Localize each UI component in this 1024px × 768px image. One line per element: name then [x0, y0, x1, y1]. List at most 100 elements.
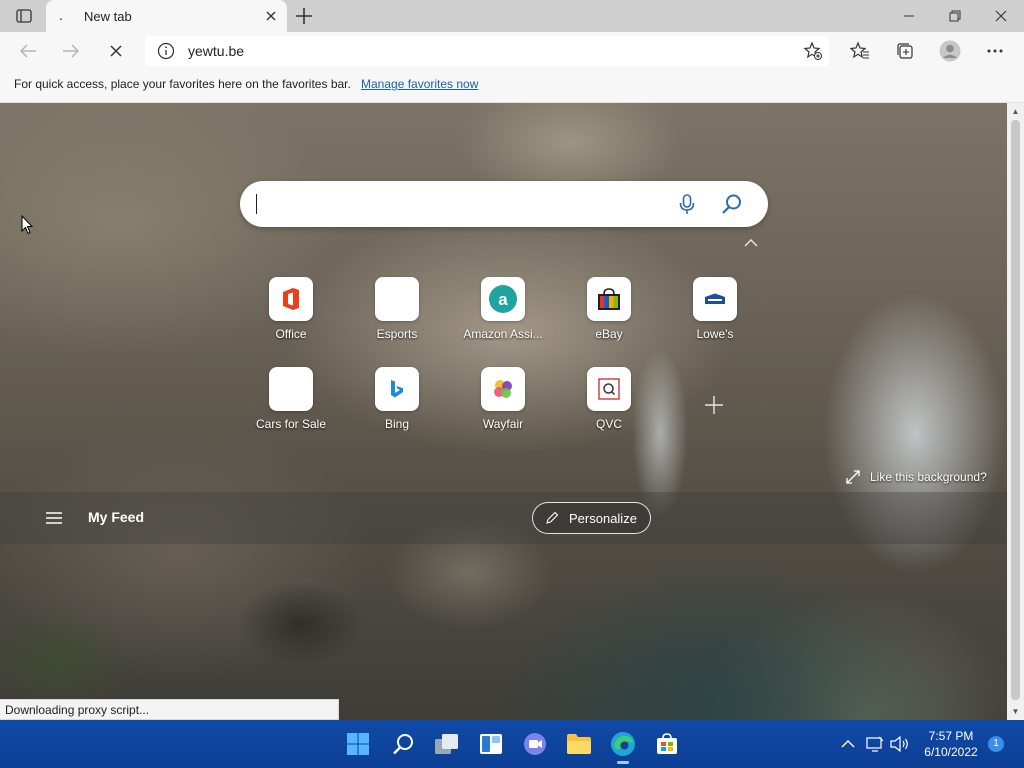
personalize-label: Personalize [569, 510, 637, 526]
network-button[interactable] [865, 734, 885, 754]
quick-link-tile[interactable]: Cars for Sale [246, 367, 336, 447]
system-clock[interactable]: 7:57 PM 6/10/2022 [912, 728, 990, 760]
microsoft-store-button[interactable] [651, 728, 683, 760]
task-view-icon [435, 734, 458, 754]
windows-start-icon [347, 733, 369, 755]
folder-icon [567, 734, 591, 754]
file-explorer-button[interactable] [563, 728, 595, 760]
page-scrollbar[interactable]: ▲ ▼ [1007, 103, 1024, 720]
tile-label: Wayfair [482, 417, 524, 431]
quick-link-tile[interactable]: Bing [352, 367, 442, 447]
microphone-icon[interactable] [676, 193, 698, 215]
profile-button[interactable] [936, 37, 964, 65]
add-site-plus-icon[interactable] [700, 391, 728, 419]
pencil-icon [546, 511, 559, 524]
chevron-up-icon [841, 740, 855, 748]
svg-text:a: a [498, 290, 508, 309]
tile-label: Amazon Assi... [463, 327, 543, 341]
search-input-caret [256, 194, 257, 214]
ebay-icon [587, 277, 631, 321]
clock-time: 7:57 PM [928, 729, 974, 743]
new-tab-icon[interactable] [292, 5, 316, 27]
blank-icon [375, 277, 419, 321]
minimize-button[interactable] [886, 0, 932, 32]
personalize-button[interactable]: Personalize [532, 502, 651, 534]
search-icon[interactable] [721, 193, 743, 215]
tab-new-tab[interactable]: . New tab [46, 0, 287, 32]
forward-button[interactable] [57, 37, 85, 65]
restore-button[interactable] [932, 0, 978, 32]
quick-link-tile[interactable]: Wayfair [458, 367, 548, 447]
my-feed-title[interactable]: My Feed [88, 509, 144, 525]
edge-icon [611, 732, 635, 756]
tab-actions-button[interactable] [10, 6, 38, 26]
search-icon [393, 734, 413, 755]
store-icon [657, 733, 677, 754]
widgets-icon [480, 734, 502, 754]
collections-button[interactable] [891, 37, 919, 65]
back-arrow-icon [19, 44, 36, 58]
back-button[interactable] [14, 37, 42, 65]
tile-label: Esports [376, 327, 418, 341]
expand-arrows-icon [846, 470, 860, 484]
clock-date: 6/10/2022 [924, 745, 978, 759]
collections-icon [897, 43, 913, 59]
bing-icon [375, 367, 419, 411]
lowes-icon [693, 277, 737, 321]
widgets-button[interactable] [475, 728, 507, 760]
mouse-pointer-icon [21, 215, 33, 235]
quick-link-tile[interactable]: eBay [564, 277, 654, 357]
address-bar[interactable]: yewtu.be [145, 36, 829, 66]
favorites-button[interactable] [846, 37, 874, 65]
start-button[interactable] [342, 728, 374, 760]
favorites-bar-message: For quick access, place your favorites h… [14, 77, 351, 91]
more-dots-icon [987, 49, 1003, 53]
add-favorite-star-icon[interactable] [803, 41, 823, 61]
address-url[interactable]: yewtu.be [188, 43, 244, 59]
status-bar: Downloading proxy script... [0, 699, 339, 720]
hamburger-menu-icon[interactable] [44, 509, 64, 527]
network-monitor-icon [866, 736, 884, 752]
manage-favorites-link[interactable]: Manage favorites now [361, 77, 478, 91]
settings-more-button[interactable] [981, 37, 1009, 65]
teams-chat-button[interactable] [519, 728, 551, 760]
wayfair-icon [481, 367, 525, 411]
new-tab-page: Office Esports a Amazon Assi... eBay Low… [0, 103, 1007, 720]
quick-link-tile[interactable]: QVC [564, 367, 654, 447]
close-tab-icon[interactable] [263, 8, 279, 24]
favorites-star-icon [850, 41, 869, 59]
quick-link-tile[interactable]: Esports [352, 277, 442, 357]
amazon-assistant-icon: a [481, 277, 525, 321]
forward-arrow-icon [63, 44, 80, 58]
tile-label: Bing [384, 417, 410, 431]
web-search-box[interactable] [240, 181, 768, 227]
scroll-down-arrow-icon[interactable]: ▼ [1007, 703, 1024, 720]
taskbar: 7:57 PM 6/10/2022 1 [0, 720, 1024, 768]
close-window-button[interactable] [978, 0, 1024, 32]
tile-label: Lowe's [696, 327, 734, 341]
quick-link-tile[interactable]: Office [246, 277, 336, 357]
scroll-up-arrow-icon[interactable]: ▲ [1007, 103, 1024, 120]
feed-header: My Feed Personalize [0, 492, 1007, 544]
chevron-up-icon[interactable] [743, 237, 759, 249]
tab-favicon: . [59, 7, 63, 23]
notification-badge[interactable]: 1 [988, 736, 1004, 752]
like-background-button[interactable]: Like this background? [846, 467, 987, 487]
info-icon[interactable] [157, 42, 175, 60]
task-view-button[interactable] [431, 728, 463, 760]
volume-button[interactable] [890, 734, 910, 754]
like-background-label: Like this background? [870, 470, 987, 484]
office-icon [269, 277, 313, 321]
quick-link-tile[interactable]: a Amazon Assi... [458, 277, 548, 357]
edge-browser-button[interactable] [607, 728, 639, 764]
avatar-icon [939, 40, 961, 62]
show-hidden-icons-button[interactable] [838, 734, 858, 754]
scrollbar-thumb[interactable] [1011, 120, 1020, 700]
tab-strip: . New tab [0, 0, 1024, 32]
tile-label: eBay [595, 327, 623, 341]
quick-link-tile[interactable]: Lowe's [670, 277, 760, 357]
stop-loading-button[interactable] [102, 37, 130, 65]
taskbar-search-button[interactable] [387, 728, 419, 760]
tile-label: QVC [595, 417, 622, 431]
chat-icon [524, 733, 546, 755]
